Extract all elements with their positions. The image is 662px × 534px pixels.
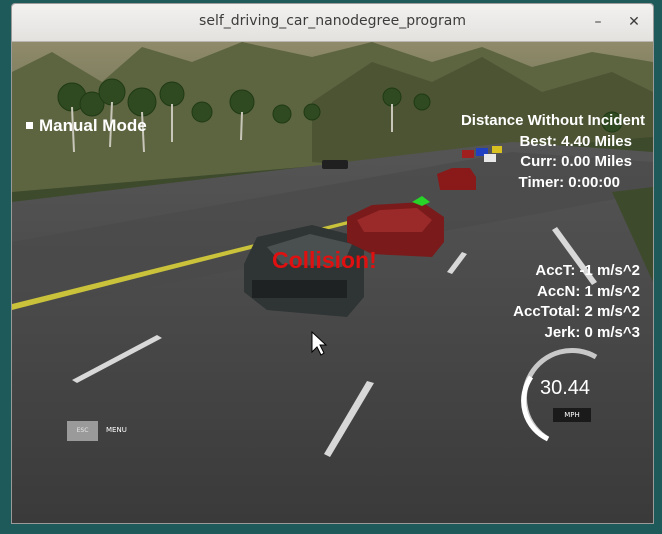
speed-unit: MPH: [553, 408, 591, 422]
simulator-window: self_driving_car_nanodegree_program – ✕: [11, 3, 654, 524]
close-button[interactable]: ✕: [624, 12, 644, 32]
distance-heading: Distance Without Incident: [460, 112, 645, 129]
jerk: Jerk: 0 m/s^3: [544, 323, 641, 341]
manual-mode-label: Manual Mode: [39, 116, 147, 135]
best-distance: Best: 4.40 Miles: [519, 132, 632, 150]
menu-label: MENU: [106, 426, 127, 434]
mode-checkbox-icon[interactable]: [26, 121, 33, 129]
acc-t: AccT: -1 m/s^2: [535, 262, 640, 279]
acc-n: AccN: 1 m/s^2: [537, 282, 640, 300]
current-distance: Curr: 0.00 Miles: [520, 153, 632, 170]
speed-readout: 30.44: [539, 377, 591, 399]
minimize-button[interactable]: –: [588, 12, 608, 32]
acc-total: AccTotal: 2 m/s^2: [513, 303, 640, 320]
timer: Timer: 0:00:00: [518, 173, 620, 191]
manual-mode-indicator[interactable]: Manual Mode: [26, 116, 147, 136]
title-bar[interactable]: self_driving_car_nanodegree_program – ✕: [12, 4, 653, 42]
window-title: self_driving_car_nanodegree_program: [199, 13, 466, 29]
collision-warning: Collision!: [272, 247, 377, 273]
esc-button[interactable]: ESC: [67, 421, 98, 441]
distance-stats: Distance Without Incident Best: 4.40 Mil…: [461, 111, 645, 193]
acceleration-stats: AccT: -1 m/s^2 AccN: 1 m/s^2 AccTotal: 2…: [513, 261, 640, 343]
game-viewport[interactable]: Manual Mode Distance Without Incident Be…: [12, 42, 653, 523]
dark-car-far: [322, 160, 348, 169]
